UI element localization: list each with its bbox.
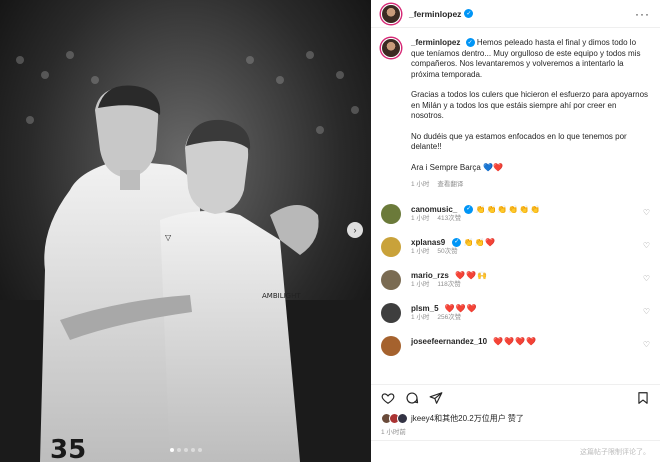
caption-time: 1 小时 — [411, 181, 430, 188]
comment: mario_rzs ❤️❤️🙌 1 小时 118次赞 ♡ — [381, 269, 650, 290]
comment: plsm_5 ❤️❤️❤️ 1 小时 256次赞 ♡ — [381, 302, 650, 323]
verified-icon: ✓ — [464, 9, 474, 18]
caption: _ferminlopez ✓ Hemos peleado hasta el fi… — [381, 38, 650, 191]
svg-text:▽: ▽ — [165, 233, 172, 242]
heart-icon[interactable]: ♡ — [643, 204, 650, 217]
comment-likes[interactable]: 118次赞 — [437, 281, 460, 288]
more-horizontal-icon[interactable]: ··· — [635, 7, 650, 21]
caption-avatar[interactable] — [381, 38, 401, 58]
post-image[interactable]: ▽ AMBILIGHT 35 › — [0, 0, 371, 462]
author-username[interactable]: _ferminlopez — [409, 9, 461, 19]
comment-avatar[interactable] — [381, 269, 401, 290]
liker-avatar — [397, 412, 408, 424]
comment-likes[interactable]: 413次赞 — [437, 215, 461, 222]
comment-text: 👏👏👏👏👏👏 — [475, 204, 542, 214]
heart-icon[interactable]: ♡ — [643, 336, 650, 349]
heart-icon[interactable]: ♡ — [643, 237, 650, 250]
translate-link[interactable]: 查看翻译 — [437, 181, 463, 188]
comment: canomusic_ ✓ 👏👏👏👏👏👏 1 小时 413次赞 ♡ — [381, 203, 650, 224]
heart-icon[interactable]: ♡ — [643, 270, 650, 283]
post-header: _ferminlopez ✓ ··· — [371, 0, 660, 28]
comment-time: 1 小时 — [411, 280, 430, 288]
comment-time: 1 小时 — [411, 214, 430, 222]
likes-summary[interactable]: jkeey4和其他20.2万位用户 赞了 — [371, 410, 660, 426]
caption-text-4: Ara i Sempre Barça 💙❤️ — [411, 162, 503, 172]
svg-text:AMBILIGHT: AMBILIGHT — [262, 292, 301, 300]
comment-likes[interactable]: 256次赞 — [437, 314, 461, 321]
comment-text: ❤️❤️❤️❤️ — [493, 336, 538, 346]
chevron-right-icon[interactable]: › — [347, 222, 363, 238]
add-comment-bar[interactable]: 这篇帖子限制评论了。 — [371, 440, 660, 462]
comment-text: 👏👏❤️ — [463, 237, 497, 247]
avatar[interactable] — [381, 3, 401, 24]
carousel-dot — [176, 448, 181, 452]
caption-username[interactable]: _ferminlopez — [411, 38, 460, 47]
comments-scroll[interactable]: _ferminlopez ✓ Hemos peleado hasta el fi… — [371, 28, 660, 384]
carousel-dot — [190, 448, 195, 452]
caption-text-2: Gracias a todos los culers que hicieron … — [411, 90, 649, 120]
comment-time: 1 小时 — [411, 247, 430, 255]
share-icon[interactable] — [429, 391, 443, 405]
carousel-dots — [0, 448, 371, 452]
posted-time: 1 小时前 — [381, 429, 406, 436]
carousel-dot — [183, 448, 188, 452]
action-bar — [371, 384, 660, 410]
comment: joseefeernandez_10 ❤️❤️❤️❤️ ♡ — [381, 335, 650, 356]
comment-avatar[interactable] — [381, 236, 401, 257]
heart-icon[interactable] — [381, 391, 395, 405]
verified-icon: ✓ — [464, 204, 474, 214]
heart-icon[interactable]: ♡ — [643, 303, 650, 316]
players-photo: ▽ AMBILIGHT 35 — [0, 0, 371, 462]
carousel-dot — [197, 448, 202, 452]
watermark: 这篇帖子限制评论了。 — [580, 448, 650, 456]
comment: xplanas9 ✓ 👏👏❤️ 1 小时 50次赞 ♡ — [381, 236, 650, 257]
comment-avatar[interactable] — [381, 203, 401, 224]
comment-avatar[interactable] — [381, 302, 401, 323]
comment-username[interactable]: joseefeernandez_10 — [411, 337, 487, 346]
verified-icon: ✓ — [465, 38, 475, 48]
carousel-dot — [169, 448, 174, 452]
instagram-post: ▽ AMBILIGHT 35 › _ferminlopez ✓ ··· _fer… — [0, 0, 660, 462]
post-sidebar: _ferminlopez ✓ ··· _ferminlopez ✓ Hemos … — [371, 0, 660, 462]
caption-text-3: No dudéis que ya estamos enfocados en lo… — [411, 131, 627, 152]
comment-icon[interactable] — [405, 391, 419, 405]
bookmark-icon[interactable] — [636, 391, 650, 405]
comment-avatar[interactable] — [381, 335, 401, 356]
likes-text[interactable]: jkeey4和其他20.2万位用户 赞了 — [411, 413, 524, 424]
comment-likes[interactable]: 50次赞 — [437, 248, 457, 255]
comment-time: 1 小时 — [411, 313, 430, 321]
